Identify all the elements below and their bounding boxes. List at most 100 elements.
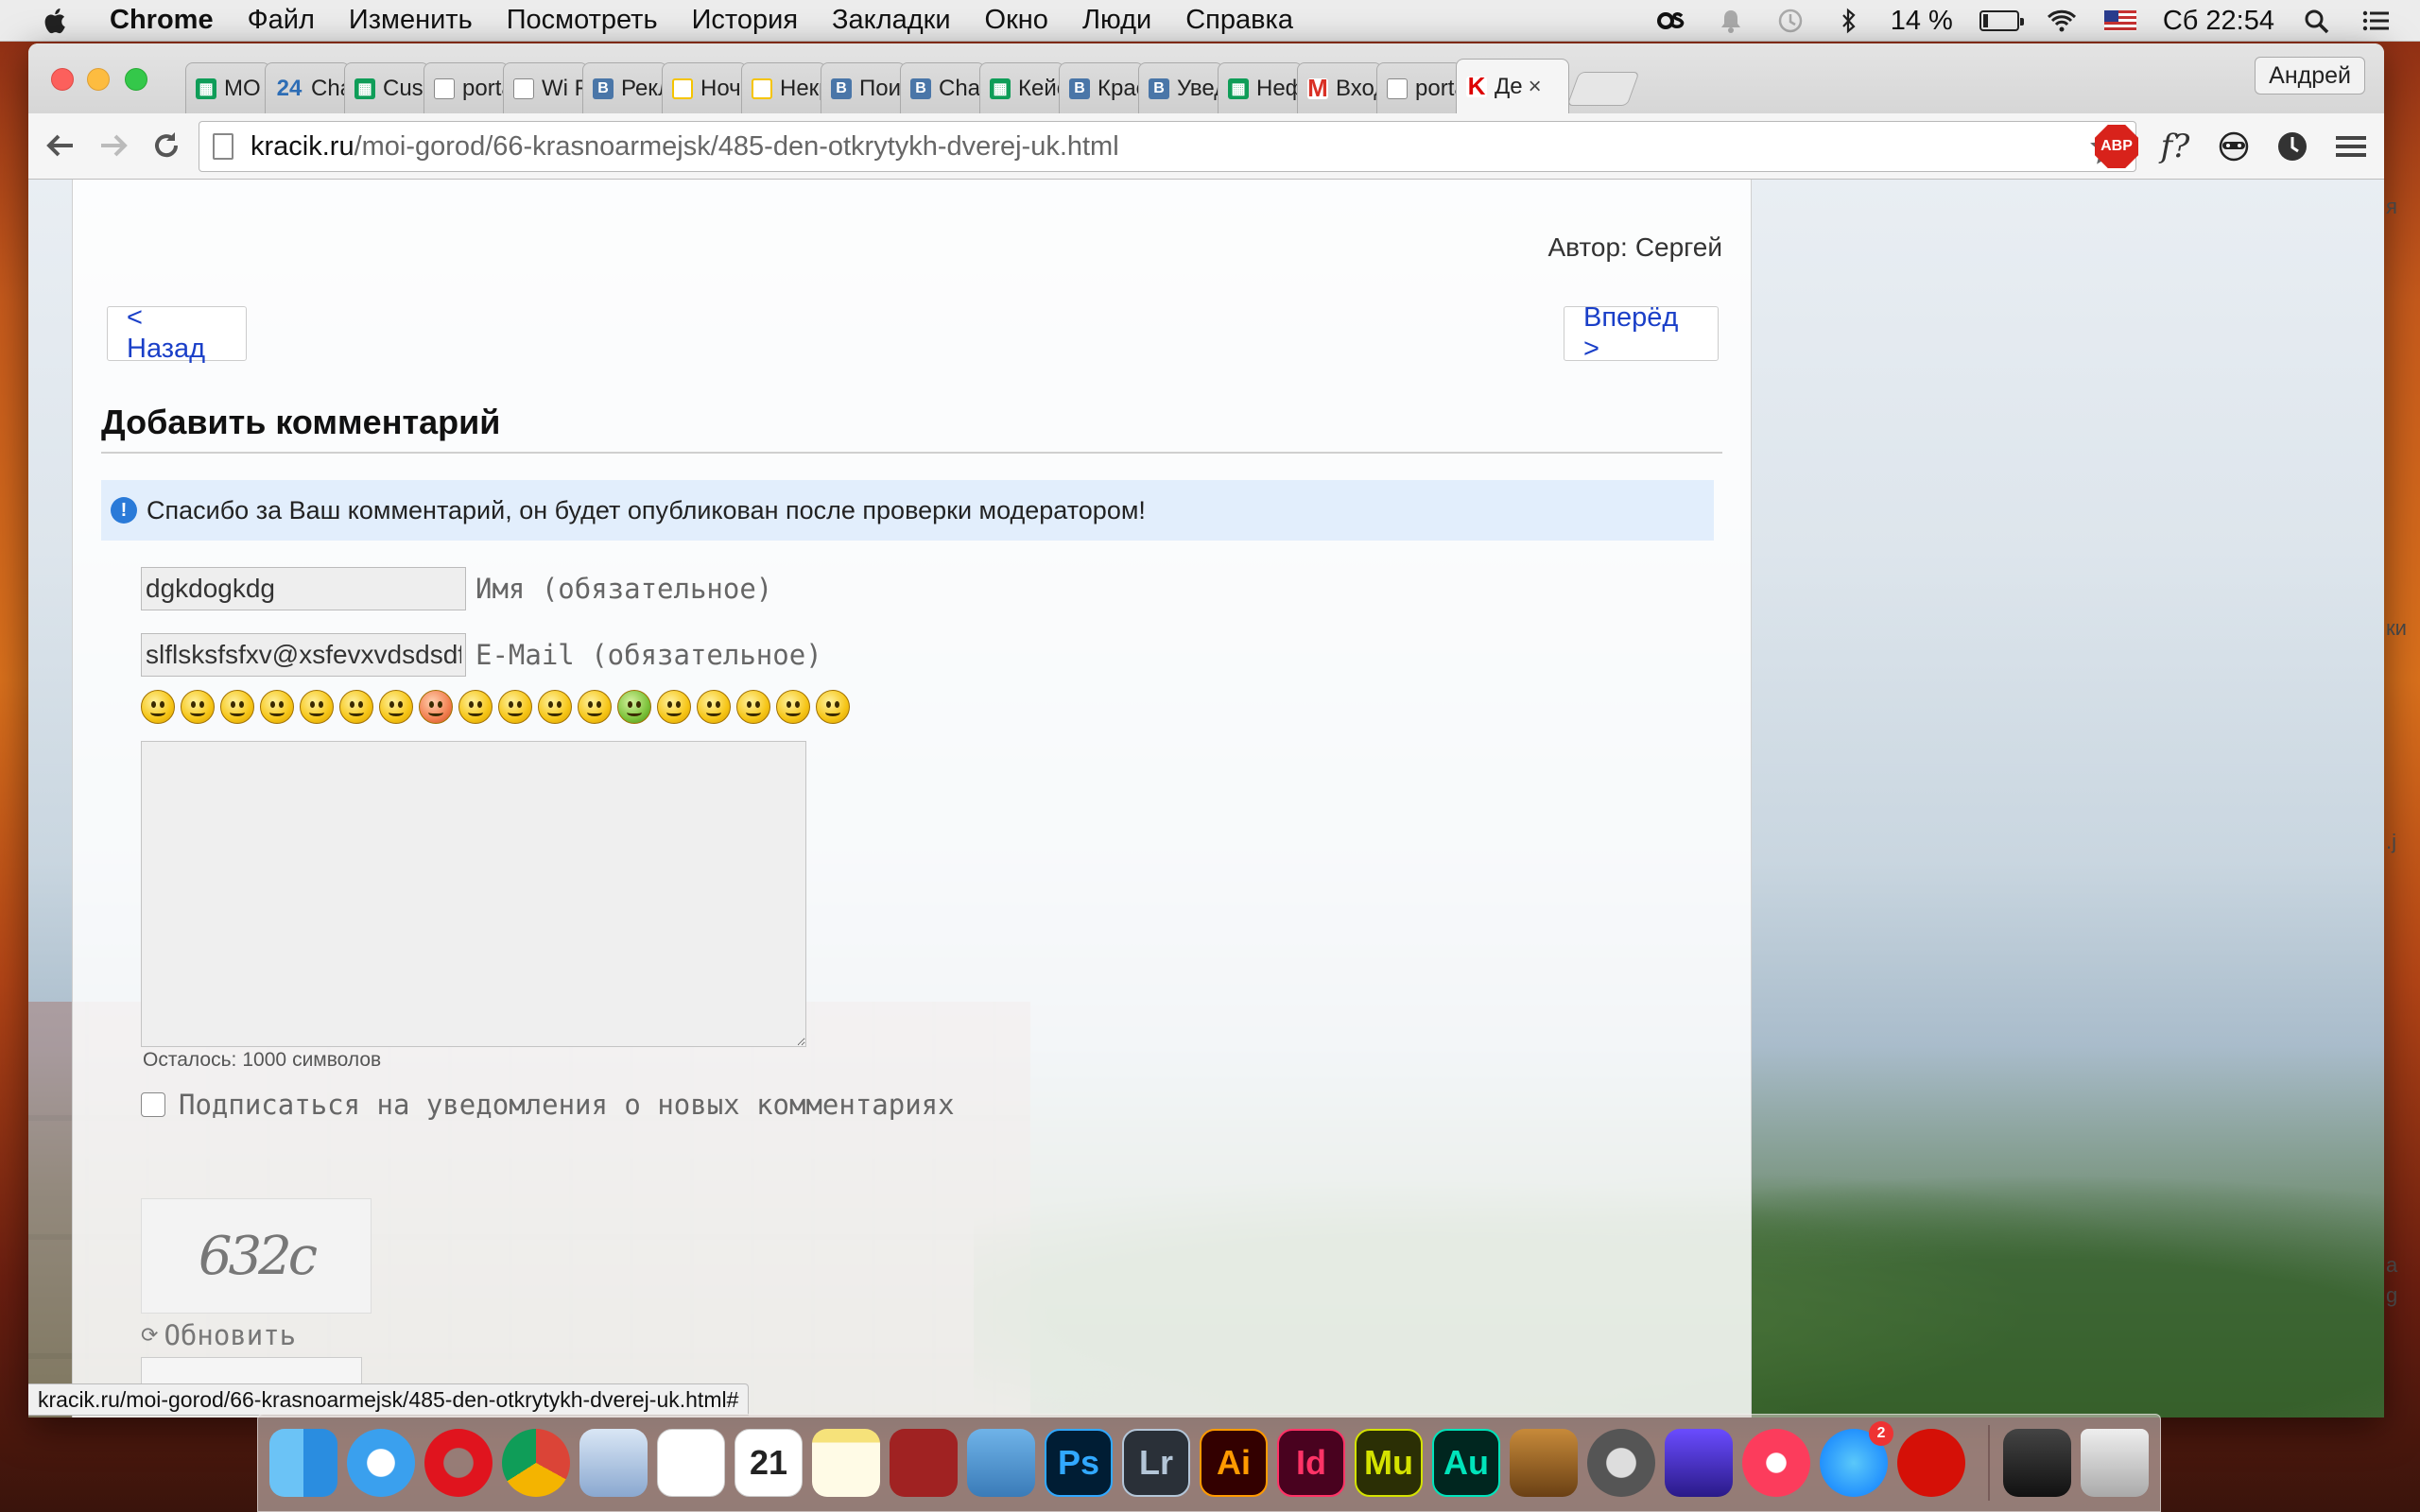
tab[interactable]: B Chang xyxy=(900,62,985,113)
audition-icon[interactable]: Au xyxy=(1432,1429,1500,1497)
fquestion-extension-icon[interactable]: f? xyxy=(2153,125,2197,168)
tab[interactable]: porta xyxy=(424,62,509,113)
new-tab-button[interactable] xyxy=(1566,72,1640,106)
us-flag-icon[interactable] xyxy=(2103,10,2136,31)
menu-window[interactable]: Окно xyxy=(985,5,1048,36)
wink-smiley[interactable] xyxy=(260,690,294,724)
tab[interactable]: Wi Fi xyxy=(503,62,588,113)
menu-people[interactable]: Люди xyxy=(1082,5,1151,36)
laugh-smiley[interactable] xyxy=(181,690,215,724)
menu-bookmarks[interactable]: Закладки xyxy=(832,5,951,36)
chrome-icon[interactable] xyxy=(502,1429,570,1497)
safari-icon[interactable] xyxy=(347,1429,415,1497)
cool-smiley[interactable] xyxy=(300,690,334,724)
opera-icon[interactable] xyxy=(424,1429,493,1497)
indesign-icon[interactable]: Id xyxy=(1277,1429,1345,1497)
window-close-button[interactable] xyxy=(51,68,74,91)
subscribe-row[interactable]: Подписаться на уведомления о новых комме… xyxy=(141,1089,955,1121)
grin-smiley[interactable] xyxy=(141,690,175,724)
imovie-icon[interactable] xyxy=(1665,1429,1733,1497)
next-article-button[interactable]: Вперёд > xyxy=(1564,302,1719,364)
prev-article-button[interactable]: < Назад xyxy=(107,302,247,364)
lastfm-menu-icon[interactable] xyxy=(1656,7,1688,35)
confused-smiley[interactable] xyxy=(379,690,413,724)
shock-smiley[interactable] xyxy=(578,690,612,724)
tab[interactable]: B Рекл xyxy=(582,62,667,113)
window-zoom-button[interactable] xyxy=(125,68,147,91)
captcha-refresh-link[interactable]: ⟳ Обновить xyxy=(141,1319,296,1351)
trash-icon[interactable] xyxy=(2081,1429,2149,1497)
tab[interactable]: ▦ Нефт xyxy=(1218,62,1303,113)
raccoon-extension-icon[interactable] xyxy=(2212,125,2256,168)
battery-icon[interactable] xyxy=(1979,10,2024,31)
tab[interactable]: B Увед xyxy=(1138,62,1223,113)
tab[interactable]: ▦ МО г xyxy=(185,62,270,113)
surprised-smiley[interactable] xyxy=(657,690,691,724)
notifications-icon[interactable] xyxy=(1715,7,1747,35)
blush-smiley[interactable] xyxy=(419,690,453,724)
cry-smiley[interactable] xyxy=(498,690,532,724)
photo-booth-icon[interactable] xyxy=(890,1429,958,1497)
back-button[interactable] xyxy=(42,127,79,164)
lightroom-icon[interactable]: Lr xyxy=(1122,1429,1190,1497)
menu-history[interactable]: История xyxy=(692,5,798,36)
notification-center-icon[interactable] xyxy=(2360,7,2392,35)
tab[interactable]: M Вход xyxy=(1297,62,1382,113)
reload-button[interactable] xyxy=(147,127,185,164)
sad-smiley[interactable] xyxy=(458,690,493,724)
forward-button[interactable] xyxy=(95,127,132,164)
logic-icon[interactable] xyxy=(1587,1429,1655,1497)
tab[interactable]: ▦ Кейс xyxy=(979,62,1064,113)
menu-view[interactable]: Посмотреть xyxy=(507,5,658,36)
comment-textarea[interactable] xyxy=(141,741,806,1047)
neutral-smiley[interactable] xyxy=(339,690,373,724)
notes-icon[interactable] xyxy=(812,1429,880,1497)
clock[interactable]: Сб 22:54 xyxy=(2163,6,2274,37)
muse-icon[interactable]: Mu xyxy=(1355,1429,1423,1497)
tab[interactable]: B Поис xyxy=(821,62,906,113)
sick-smiley[interactable] xyxy=(617,690,651,724)
tab[interactable]: ▦ Custo xyxy=(344,62,429,113)
menu-file[interactable]: Файл xyxy=(248,5,315,36)
smile-smiley[interactable] xyxy=(220,690,254,724)
menu-edit[interactable]: Изменить xyxy=(349,5,473,36)
mail-icon[interactable] xyxy=(579,1429,648,1497)
garageband-icon[interactable] xyxy=(1510,1429,1578,1497)
tab-close-icon[interactable]: × xyxy=(1529,74,1542,100)
chrome-menu-icon[interactable] xyxy=(2329,125,2373,168)
photoshop-icon[interactable]: Ps xyxy=(1045,1429,1113,1497)
tab[interactable]: 24 Chang xyxy=(265,62,350,113)
tongue-smiley[interactable] xyxy=(736,690,770,724)
bluetooth-icon[interactable] xyxy=(1832,7,1864,35)
address-bar[interactable]: kracik.ru /moi-gorod/66-krasnoarmejsk/48… xyxy=(199,121,2136,172)
sleep-smiley[interactable] xyxy=(697,690,731,724)
history-clock-icon[interactable] xyxy=(2271,125,2314,168)
app-store-icon[interactable]: 2 xyxy=(1820,1421,1893,1497)
worried-smiley[interactable] xyxy=(816,690,850,724)
menu-chrome[interactable]: Chrome xyxy=(110,5,214,36)
spotlight-icon[interactable] xyxy=(2301,7,2333,35)
time-machine-icon[interactable] xyxy=(1773,7,1806,35)
tab[interactable]: Ночн xyxy=(662,62,747,113)
apple-icon[interactable] xyxy=(40,5,72,37)
rolleyes-smiley[interactable] xyxy=(538,690,572,724)
illustrator-icon[interactable]: Ai xyxy=(1200,1429,1268,1497)
finder-icon[interactable] xyxy=(269,1429,337,1497)
subscribe-checkbox[interactable] xyxy=(141,1092,165,1117)
calendar-icon[interactable]: 21 xyxy=(735,1429,803,1497)
name-input[interactable] xyxy=(141,567,466,610)
menu-help[interactable]: Справка xyxy=(1185,5,1293,36)
window-minimize-button[interactable] xyxy=(87,68,110,91)
tab[interactable]: Некр xyxy=(741,62,826,113)
reminders-icon[interactable] xyxy=(657,1429,725,1497)
profile-button[interactable]: Андрей xyxy=(2255,57,2365,94)
lastfm-icon[interactable] xyxy=(1897,1429,1965,1497)
downloads-stack-icon[interactable] xyxy=(2003,1429,2071,1497)
happy-smiley[interactable] xyxy=(776,690,810,724)
tab[interactable]: B Крас xyxy=(1059,62,1144,113)
itunes-icon[interactable] xyxy=(1742,1429,1810,1497)
wifi-icon[interactable] xyxy=(2046,7,2078,35)
iphoto-icon[interactable] xyxy=(967,1429,1035,1497)
email-input[interactable] xyxy=(141,633,466,677)
tab[interactable]: porta xyxy=(1376,62,1461,113)
